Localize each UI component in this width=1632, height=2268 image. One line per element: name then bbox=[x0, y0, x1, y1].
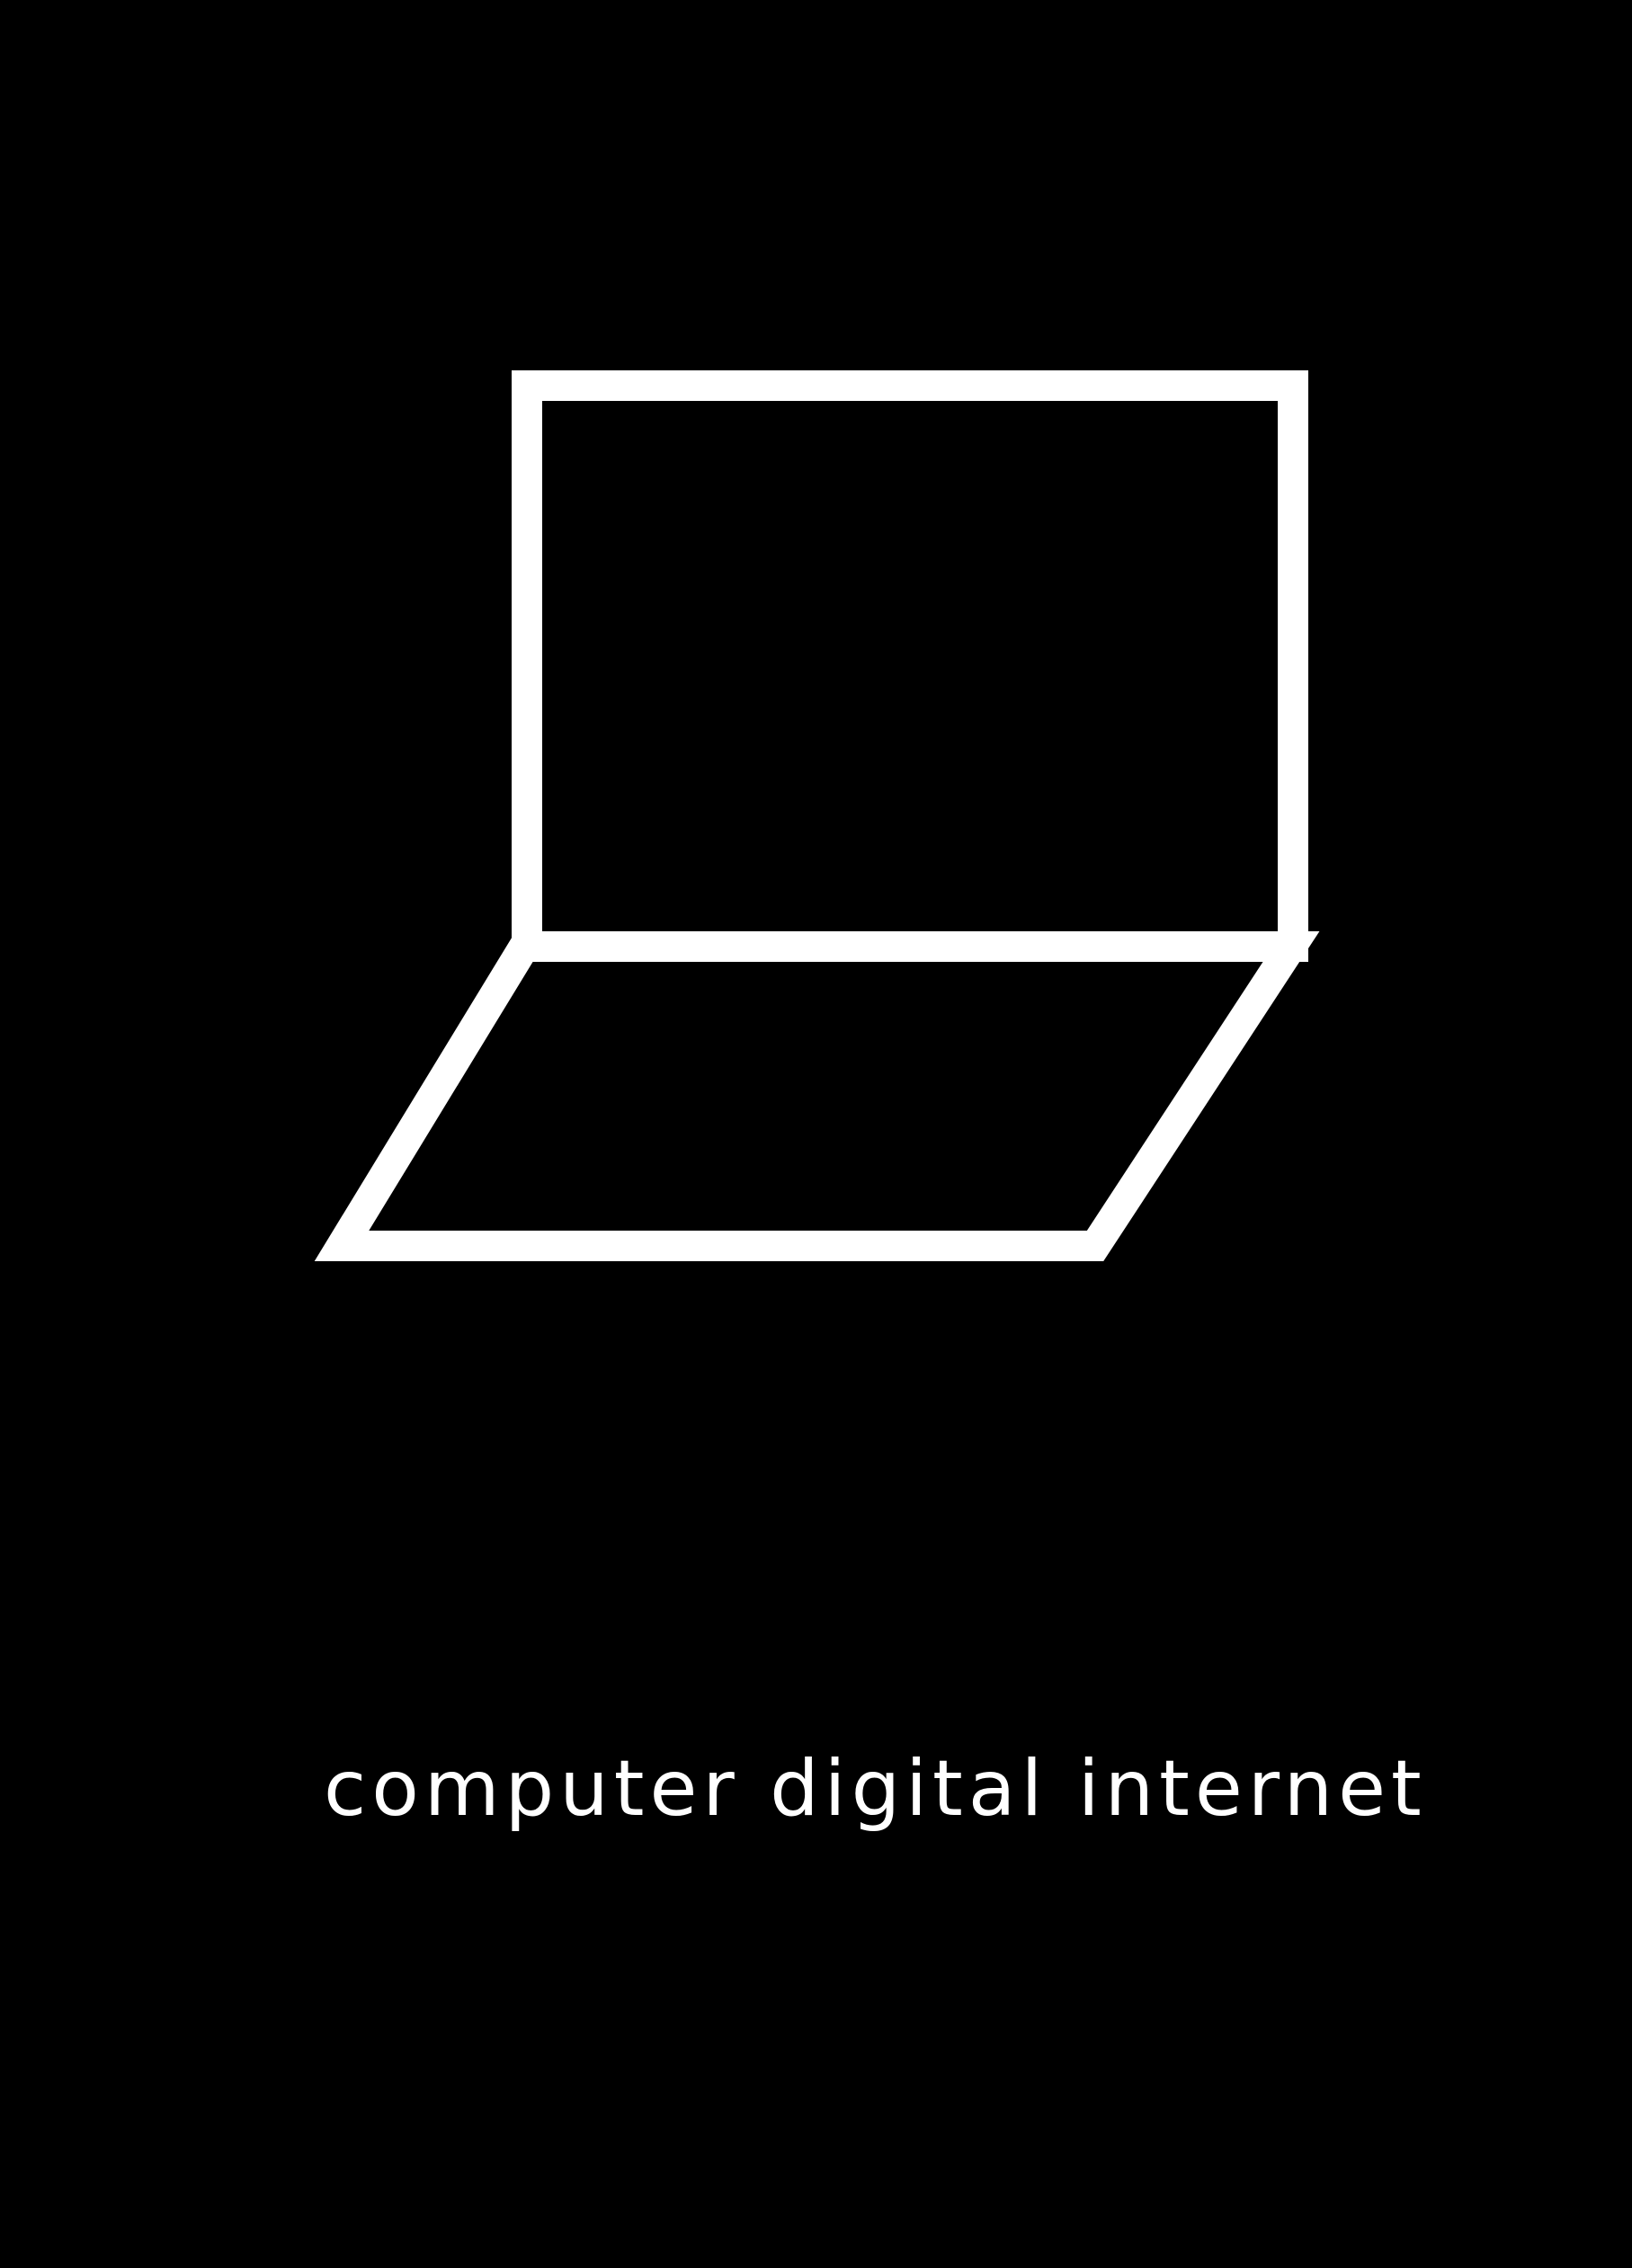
laptop-base bbox=[314, 931, 1320, 1261]
laptop-screen bbox=[512, 370, 1308, 962]
laptop-icon bbox=[314, 370, 1320, 1261]
poster: computer digital internet bbox=[0, 0, 1632, 2268]
caption-text: computer digital internet bbox=[324, 1744, 1427, 1834]
